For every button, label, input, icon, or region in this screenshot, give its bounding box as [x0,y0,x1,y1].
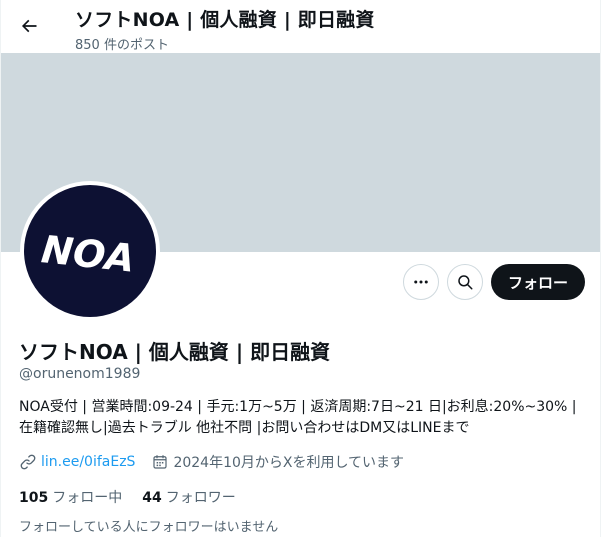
post-count: 850 件のポスト [75,38,169,53]
profile-page: ソフトNOA | 個人融資 | 即日融資 850 件のポスト NOA フォロー … [0,0,601,537]
mutual-followers-note: フォローしている人にフォロワーはいません [19,520,279,535]
calendar-icon [153,455,168,469]
profile-meta: lin.ee/0ifaEzS 2024年10月からXを利用しています [19,451,404,473]
noa-logo: NOA [39,227,137,281]
following-count: 105 [19,490,49,506]
more-button[interactable] [403,264,439,300]
avatar[interactable]: NOA [24,185,156,317]
bio-line: 在籍確認無し|過去トラブル 他社不問 |お問い合わせはDM又はLINEまで [19,420,470,436]
joined-item: 2024年10月からXを利用しています [151,452,404,472]
followers-count: 44 [142,490,162,506]
profile-bio: NOA受付 | 営業時間:09-24 | 手元:1万~5万 | 返済周期:7日~… [19,397,579,439]
profile-link[interactable]: lin.ee/0ifaEzS [41,454,135,470]
followers-label: フォロワー [165,490,236,506]
following-link[interactable]: 105 フォロー中 [19,487,122,507]
profile-link-item: lin.ee/0ifaEzS [19,453,135,471]
more-dots-icon [414,280,428,284]
follow-stats: 105 フォロー中 44 フォロワー [19,487,236,507]
bio-line: NOA受付 | 営業時間:09-24 | 手元:1万~5万 | 返済周期:7日~… [19,399,577,415]
user-handle: @orunenom1989 [19,366,141,382]
top-bar: ソフトNOA | 個人融資 | 即日融資 850 件のポスト [1,0,600,53]
back-arrow-icon [21,19,37,33]
avatar-logo-text: NOA [39,227,137,281]
following-label: フォロー中 [52,490,123,506]
search-button[interactable] [447,264,483,300]
link-icon [20,454,36,470]
display-name: ソフトNOA | 個人融資 | 即日融資 [19,340,331,364]
joined-date: 2024年10月からXを利用しています [173,455,405,471]
followers-link[interactable]: 44 フォロワー [142,487,235,507]
back-button[interactable] [13,10,45,42]
header-title: ソフトNOA | 個人融資 | 即日融資 [75,9,375,31]
follow-button[interactable]: フォロー [491,264,585,300]
search-icon [458,275,473,290]
